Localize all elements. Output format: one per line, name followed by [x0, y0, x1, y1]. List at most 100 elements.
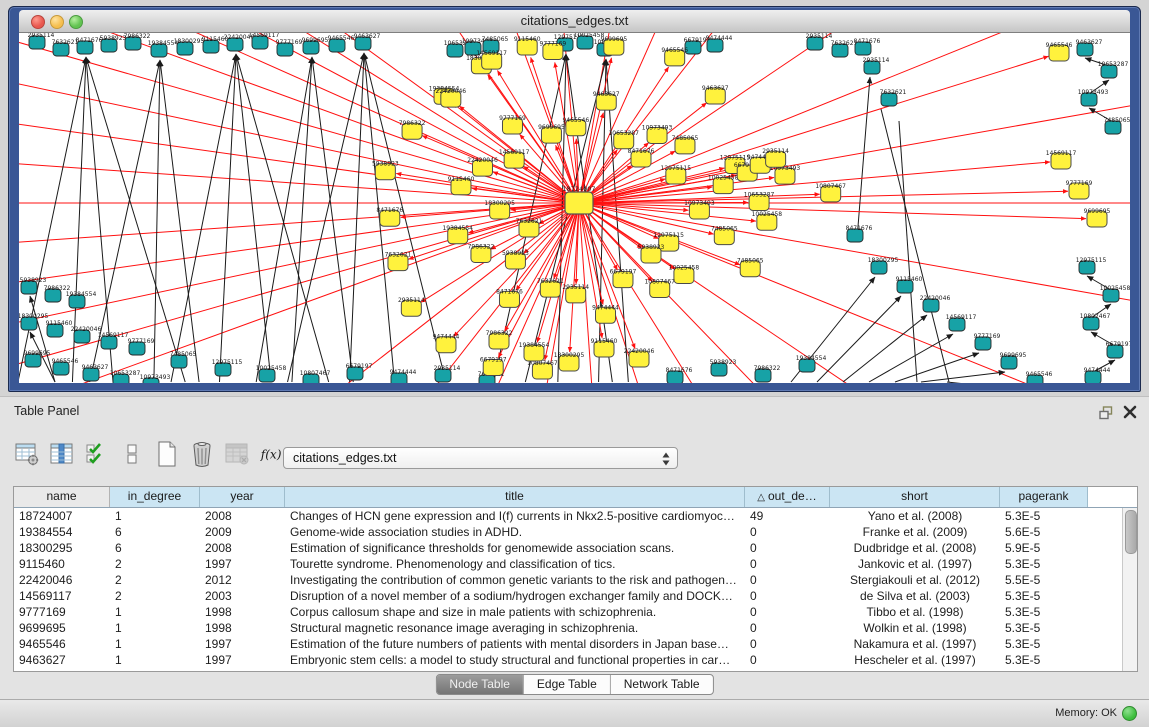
- table-cell[interactable]: Investigating the contribution of common…: [285, 572, 745, 588]
- table-cell[interactable]: 5.3E-5: [1000, 636, 1088, 652]
- show-columns-icon[interactable]: [49, 440, 75, 468]
- table-cell[interactable]: 6: [110, 540, 200, 556]
- table-cell[interactable]: 9463627: [14, 652, 110, 668]
- table-cell[interactable]: Wolkin et al. (1998): [830, 620, 1000, 636]
- table-cell[interactable]: 19384554: [14, 524, 110, 540]
- table-cell[interactable]: 2003: [200, 588, 285, 604]
- table-vertical-scrollbar[interactable]: [1122, 508, 1137, 671]
- table-row[interactable]: 977716911998Corpus callosum shape and si…: [14, 604, 1137, 620]
- table-cell[interactable]: 5.3E-5: [1000, 652, 1088, 668]
- delete-column-icon[interactable]: [189, 440, 215, 468]
- function-builder-icon[interactable]: f(x): [259, 440, 285, 468]
- tab-node-table[interactable]: Node Table: [436, 675, 524, 694]
- table-cell[interactable]: 5.3E-5: [1000, 508, 1088, 524]
- table-cell[interactable]: Estimation of the future numbers of pati…: [285, 636, 745, 652]
- table-cell[interactable]: Embryonic stem cells: a model to study s…: [285, 652, 745, 668]
- table-row[interactable]: 1938455462009Genome-wide association stu…: [14, 524, 1137, 540]
- table-cell[interactable]: 5.6E-5: [1000, 524, 1088, 540]
- table-cell[interactable]: 0: [745, 572, 830, 588]
- graph-edge-black[interactable]: [236, 54, 271, 382]
- graph-edge-black[interactable]: [899, 121, 917, 382]
- create-new-column-icon[interactable]: [154, 440, 180, 468]
- table-cell[interactable]: 9699695: [14, 620, 110, 636]
- table-cell[interactable]: 2: [110, 588, 200, 604]
- column-header-out_de[interactable]: △out_de…: [745, 487, 830, 507]
- table-cell[interactable]: 1: [110, 636, 200, 652]
- close-panel-icon[interactable]: [1123, 405, 1137, 419]
- table-cell[interactable]: 0: [745, 556, 830, 572]
- table-cell[interactable]: Dudbridge et al. (2008): [830, 540, 1000, 556]
- table-cell[interactable]: 9465546: [14, 636, 110, 652]
- delete-table-icon[interactable]: [224, 440, 250, 468]
- table-row[interactable]: 1830029562008Estimation of significance …: [14, 540, 1137, 556]
- table-cell[interactable]: 1: [110, 508, 200, 524]
- table-cell[interactable]: 0: [745, 652, 830, 668]
- graph-edge-red[interactable]: [19, 146, 579, 203]
- network-window[interactable]: citations_edges.txt 29351147632621847167…: [8, 6, 1141, 392]
- graph-edge-black[interactable]: [154, 60, 160, 382]
- graph-edge-black[interactable]: [857, 77, 870, 239]
- table-cell[interactable]: Genome-wide association studies in ADHD.: [285, 524, 745, 540]
- table-cell[interactable]: 5.3E-5: [1000, 620, 1088, 636]
- float-panel-icon[interactable]: [1099, 406, 1115, 420]
- scrollbar-thumb[interactable]: [1125, 510, 1137, 554]
- tab-edge-table[interactable]: Edge Table: [524, 675, 611, 694]
- table-cell[interactable]: 2008: [200, 508, 285, 524]
- table-cell[interactable]: Corpus callosum shape and size in male p…: [285, 604, 745, 620]
- table-cell[interactable]: 6: [110, 524, 200, 540]
- table-cell[interactable]: Yano et al. (2008): [830, 508, 1000, 524]
- graph-edge-black[interactable]: [160, 60, 199, 382]
- table-cell[interactable]: Jankovic et al. (1997): [830, 556, 1000, 572]
- table-cell[interactable]: Nakamura et al. (1997): [830, 636, 1000, 652]
- column-header-name[interactable]: name: [14, 487, 110, 507]
- network-window-titlebar[interactable]: citations_edges.txt: [19, 10, 1130, 33]
- tab-network-table[interactable]: Network Table: [611, 675, 713, 694]
- table-cell[interactable]: 1997: [200, 556, 285, 572]
- column-header-pagerank[interactable]: pagerank: [1000, 487, 1088, 507]
- graph-edge-red[interactable]: [579, 33, 1084, 203]
- table-cell[interactable]: Structural magnetic resonance image aver…: [285, 620, 745, 636]
- table-row[interactable]: 2242004622012Investigating the contribut…: [14, 572, 1137, 588]
- table-cell[interactable]: 9777169: [14, 604, 110, 620]
- table-row[interactable]: 946362711997Embryonic stem cells: a mode…: [14, 652, 1137, 668]
- table-cell[interactable]: 9115460: [14, 556, 110, 572]
- table-cell[interactable]: 0: [745, 604, 830, 620]
- network-view-canvas[interactable]: 2935114763262184716765938923798632219384…: [19, 33, 1130, 383]
- table-cell[interactable]: 2: [110, 556, 200, 572]
- graph-edge-black[interactable]: [895, 353, 979, 382]
- table-cell[interactable]: 0: [745, 620, 830, 636]
- table-cell[interactable]: 22420046: [14, 572, 110, 588]
- column-header-year[interactable]: year: [200, 487, 285, 507]
- table-cell[interactable]: 0: [745, 636, 830, 652]
- table-cell[interactable]: Disruption of a novel member of a sodium…: [285, 588, 745, 604]
- table-cell[interactable]: 5.9E-5: [1000, 540, 1088, 556]
- select-all-icon[interactable]: [84, 440, 110, 468]
- graph-edge-red[interactable]: [19, 89, 579, 203]
- graph-edge-black[interactable]: [947, 382, 1031, 383]
- table-cell[interactable]: 18724007: [14, 508, 110, 524]
- table-row[interactable]: 969969511998Structural magnetic resonanc…: [14, 620, 1137, 636]
- table-cell[interactable]: Stergiakouli et al. (2012): [830, 572, 1000, 588]
- table-cell[interactable]: de Silva et al. (2003): [830, 588, 1000, 604]
- table-row[interactable]: 946554611997Estimation of the future num…: [14, 636, 1137, 652]
- table-cell[interactable]: 5.5E-5: [1000, 572, 1088, 588]
- graph-edge-black[interactable]: [236, 54, 329, 382]
- graph-edge-black[interactable]: [256, 57, 312, 382]
- column-header-title[interactable]: title: [285, 487, 745, 507]
- table-options-icon[interactable]: [14, 440, 40, 468]
- table-row[interactable]: 911546021997Tourette syndrome. Phenomeno…: [14, 556, 1137, 572]
- table-cell[interactable]: 5.3E-5: [1000, 604, 1088, 620]
- table-cell[interactable]: Franke et al. (2009): [830, 524, 1000, 540]
- table-cell[interactable]: 0: [745, 588, 830, 604]
- table-cell[interactable]: Estimation of significance thresholds fo…: [285, 540, 745, 556]
- table-cell[interactable]: 1: [110, 652, 200, 668]
- table-cell[interactable]: 1998: [200, 620, 285, 636]
- table-cell[interactable]: 1998: [200, 604, 285, 620]
- citation-network-graph[interactable]: 2935114763262184716765938923798632219384…: [19, 33, 1130, 383]
- table-cell[interactable]: 1: [110, 604, 200, 620]
- graph-edge-black[interactable]: [869, 334, 953, 382]
- table-cell[interactable]: 1997: [200, 636, 285, 652]
- table-cell[interactable]: 5.3E-5: [1000, 588, 1088, 604]
- graph-edge-black[interactable]: [881, 109, 949, 382]
- table-cell[interactable]: 5.3E-5: [1000, 556, 1088, 572]
